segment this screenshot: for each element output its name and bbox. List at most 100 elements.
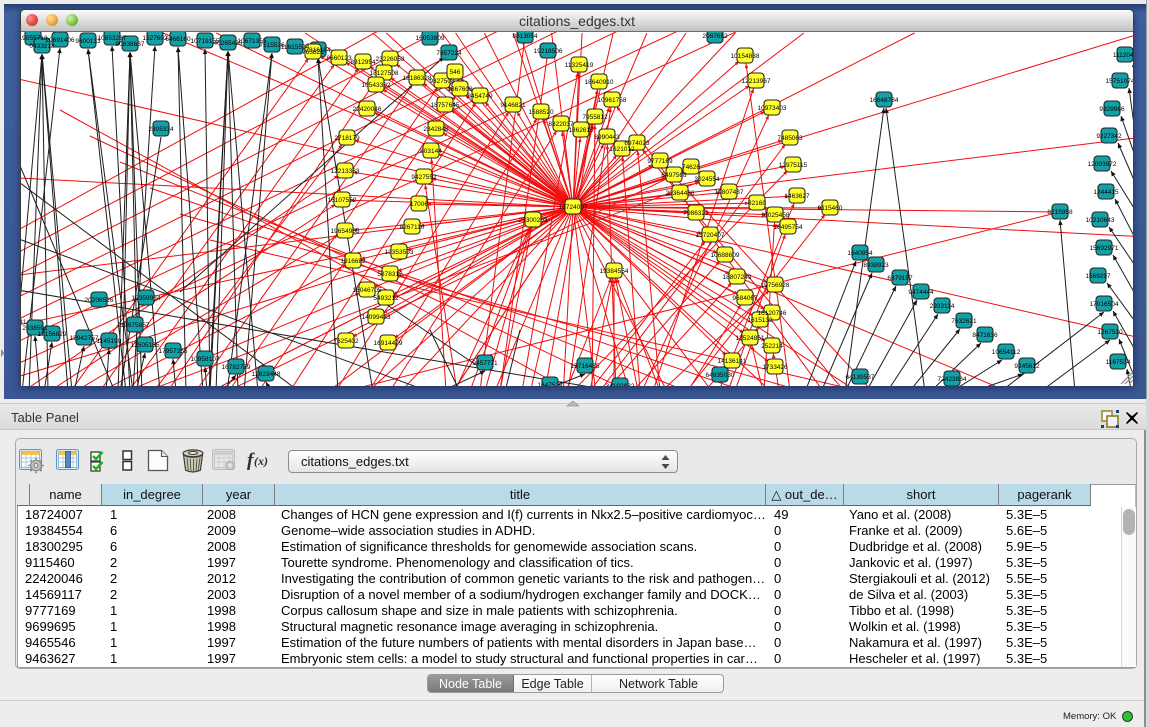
svg-text:14136141: 14136141	[718, 358, 747, 365]
svg-text:17006: 17006	[410, 201, 428, 208]
svg-text:12093872: 12093872	[1088, 161, 1117, 168]
svg-text:64139537: 64139537	[846, 374, 875, 381]
svg-text:19055713: 19055713	[21, 35, 48, 42]
svg-text:17016504: 17016504	[1090, 301, 1119, 308]
svg-text:1733426: 1733426	[762, 364, 788, 371]
svg-text:9427552: 9427552	[411, 174, 437, 181]
svg-text:1167534: 1167534	[1106, 359, 1131, 366]
svg-text:1862615: 1862615	[568, 127, 594, 134]
svg-text:74626: 74626	[682, 164, 700, 171]
svg-text:2933114: 2933114	[930, 303, 955, 310]
svg-text:72423884: 72423884	[938, 376, 967, 383]
svg-text:12213383: 12213383	[331, 168, 360, 175]
svg-text:16046705: 16046705	[353, 287, 382, 294]
svg-text:8471636: 8471636	[972, 332, 998, 339]
svg-text:8912954: 8912954	[350, 59, 376, 66]
svg-text:16120746: 16120746	[758, 310, 787, 317]
svg-text:10154838: 10154838	[731, 53, 760, 60]
svg-text:9327508: 9327508	[429, 78, 455, 85]
svg-text:17957255: 17957255	[159, 348, 188, 355]
svg-text:1527602: 1527602	[142, 35, 168, 42]
svg-text:7632621: 7632621	[951, 318, 977, 325]
svg-text:5493212: 5493212	[373, 295, 399, 302]
svg-text:1916682: 1916682	[340, 258, 366, 265]
svg-text:16648784: 16648784	[870, 97, 899, 104]
svg-text:19384554: 19384554	[600, 268, 629, 275]
svg-text:(x): (x)	[254, 454, 268, 468]
svg-text:8990443: 8990443	[594, 134, 620, 141]
svg-text:12942757: 12942757	[70, 335, 99, 342]
svg-text:252214: 252214	[761, 343, 783, 350]
svg-text:18807249: 18807249	[723, 274, 752, 281]
svg-text:11325419: 11325419	[565, 62, 594, 69]
svg-text:8660123: 8660123	[326, 55, 352, 62]
svg-text:15751074: 15751074	[1106, 78, 1133, 85]
svg-text:8813054: 8813054	[512, 33, 538, 40]
svg-text:1621012: 1621012	[609, 146, 635, 153]
svg-text:3024554: 3024554	[694, 176, 720, 183]
svg-text:0433218: 0433218	[29, 43, 55, 50]
svg-text:15716485: 15716485	[571, 363, 600, 370]
svg-text:2805334: 2805334	[148, 126, 174, 133]
svg-text:23226058: 23226058	[376, 56, 405, 63]
svg-text:1640954: 1640954	[847, 250, 873, 257]
svg-text:6879197: 6879197	[887, 275, 913, 282]
svg-text:6974023: 6974023	[624, 140, 650, 147]
svg-text:25300203: 25300203	[519, 217, 548, 224]
svg-text:13524851: 13524851	[736, 335, 765, 342]
svg-text:15720407: 15720407	[696, 232, 725, 239]
svg-text:64835030: 64835030	[706, 372, 735, 379]
svg-text:12359934: 12359934	[132, 295, 161, 302]
svg-text:9146821: 9146821	[500, 102, 526, 109]
svg-text:9115460: 9115460	[818, 205, 843, 212]
svg-text:1244415: 1244415	[1093, 189, 1119, 196]
svg-text:10025458: 10025458	[761, 212, 790, 219]
svg-text:1112043: 1112043	[1113, 52, 1133, 59]
svg-text:12975115: 12975115	[779, 162, 808, 169]
svg-text:803144: 803144	[420, 148, 442, 155]
svg-text:82160: 82160	[748, 200, 766, 207]
svg-text:2087682: 2087682	[702, 33, 728, 40]
svg-text:2718179: 2718179	[334, 135, 360, 142]
svg-text:2867608: 2867608	[447, 86, 473, 93]
svg-text:12353593: 12353593	[385, 249, 414, 256]
svg-text:34192832: 34192832	[606, 383, 635, 386]
svg-text:20364436: 20364436	[666, 190, 695, 197]
svg-text:90838637: 90838637	[116, 41, 145, 48]
svg-text:8938923: 8938923	[863, 262, 889, 269]
svg-text:763822: 763822	[302, 49, 324, 56]
svg-text:16914479: 16914479	[374, 340, 403, 347]
svg-text:1569297: 1569297	[1085, 273, 1111, 280]
svg-text:16782759: 16782759	[222, 364, 251, 371]
svg-text:9245612: 9245612	[1014, 363, 1040, 370]
svg-text:7625402: 7625402	[333, 338, 359, 345]
svg-text:8267110: 8267110	[400, 224, 425, 231]
svg-text:18724007: 18724007	[559, 204, 588, 211]
svg-text:1145190: 1145190	[97, 338, 122, 345]
svg-text:19654965: 19654965	[331, 228, 360, 235]
svg-text:7955812: 7955812	[582, 114, 608, 121]
svg-text:10210643: 10210643	[1086, 217, 1115, 224]
svg-text:22420046: 22420046	[353, 106, 382, 113]
svg-text:10961758: 10961758	[598, 97, 627, 104]
svg-text:6497568: 6497568	[661, 172, 687, 179]
svg-text:9777169: 9777169	[647, 158, 673, 165]
svg-text:8215958: 8215958	[1047, 209, 1073, 216]
svg-text:14099483: 14099483	[362, 314, 391, 321]
svg-text:10958107: 10958107	[191, 356, 220, 363]
svg-text:10807487: 10807487	[715, 189, 744, 196]
svg-text:10688609: 10688609	[711, 252, 740, 259]
svg-text:1463627: 1463627	[784, 193, 810, 200]
svg-text:20691406: 20691406	[46, 37, 75, 44]
svg-text:10973403: 10973403	[758, 105, 787, 112]
svg-text:546: 546	[450, 69, 461, 76]
svg-text:1588520: 1588520	[528, 109, 554, 116]
svg-text:12505135: 12505135	[131, 342, 160, 349]
svg-text:5878312: 5878312	[377, 271, 403, 278]
svg-text:7485063: 7485063	[777, 135, 803, 142]
svg-text:18640910: 18640910	[585, 79, 614, 86]
svg-text:2342848: 2342848	[423, 126, 449, 133]
svg-text:9457771: 9457771	[472, 360, 498, 367]
svg-text:12923448: 12923448	[252, 371, 281, 378]
svg-text:8454749: 8454749	[467, 93, 493, 100]
